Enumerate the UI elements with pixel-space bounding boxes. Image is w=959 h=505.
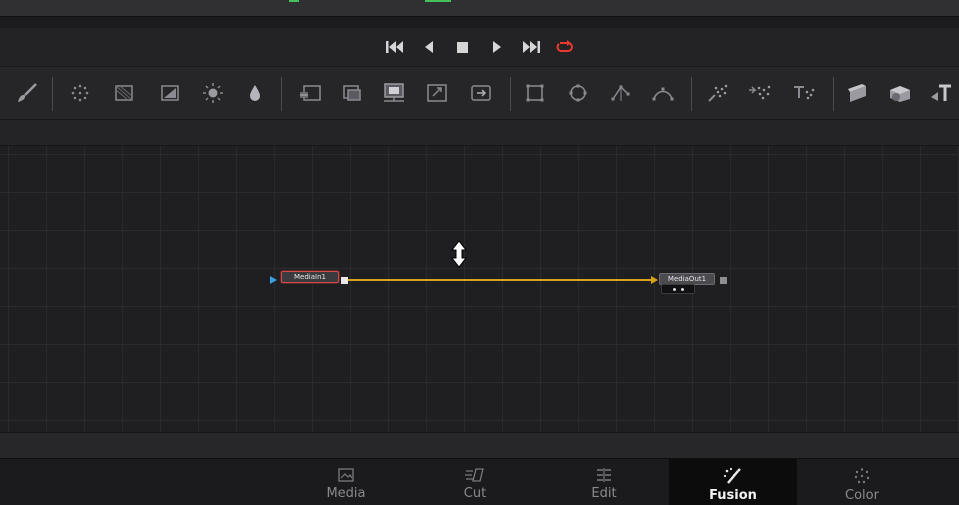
media-in-output-port[interactable] [341, 277, 348, 284]
page-tab-media-label: Media [326, 486, 366, 501]
viewer-dot-icon[interactable] [680, 287, 684, 291]
edit-page-icon [597, 468, 611, 482]
page-navigation: Media Cut Edit Fusion Color [0, 458, 959, 505]
page-tab-edit-label: Edit [591, 486, 617, 501]
page-tab-edit[interactable]: Edit [540, 459, 668, 505]
page-tab-color-label: Color [845, 488, 879, 503]
media-in-input-arrow [270, 276, 277, 284]
node-editor-footer [0, 432, 959, 458]
node-media-out-viewer-buttons[interactable] [661, 284, 695, 294]
media-out-output-port[interactable] [720, 277, 727, 284]
page-tab-cut-label: Cut [463, 486, 487, 501]
media-page-icon [338, 468, 354, 482]
node-connections-layer [270, 276, 658, 284]
viewer-dot-icon[interactable] [672, 287, 676, 291]
page-tab-color[interactable]: Color [798, 459, 926, 505]
color-page-icon [854, 468, 870, 484]
node-media-in[interactable]: MediaIn1 [281, 271, 339, 283]
fusion-page-icon [723, 467, 741, 484]
page-tab-fusion[interactable]: Fusion [669, 459, 797, 505]
move-vertical-cursor-icon [450, 240, 468, 268]
page-tab-fusion-label: Fusion [709, 488, 757, 503]
node-media-in-label: MediaIn1 [294, 273, 326, 281]
link-arrowhead [651, 276, 658, 284]
node-media-out-label: MediaOut1 [667, 275, 707, 283]
page-tab-cut[interactable]: Cut [411, 459, 539, 505]
cut-page-icon [465, 468, 484, 482]
page-tab-media[interactable]: Media [282, 459, 410, 505]
